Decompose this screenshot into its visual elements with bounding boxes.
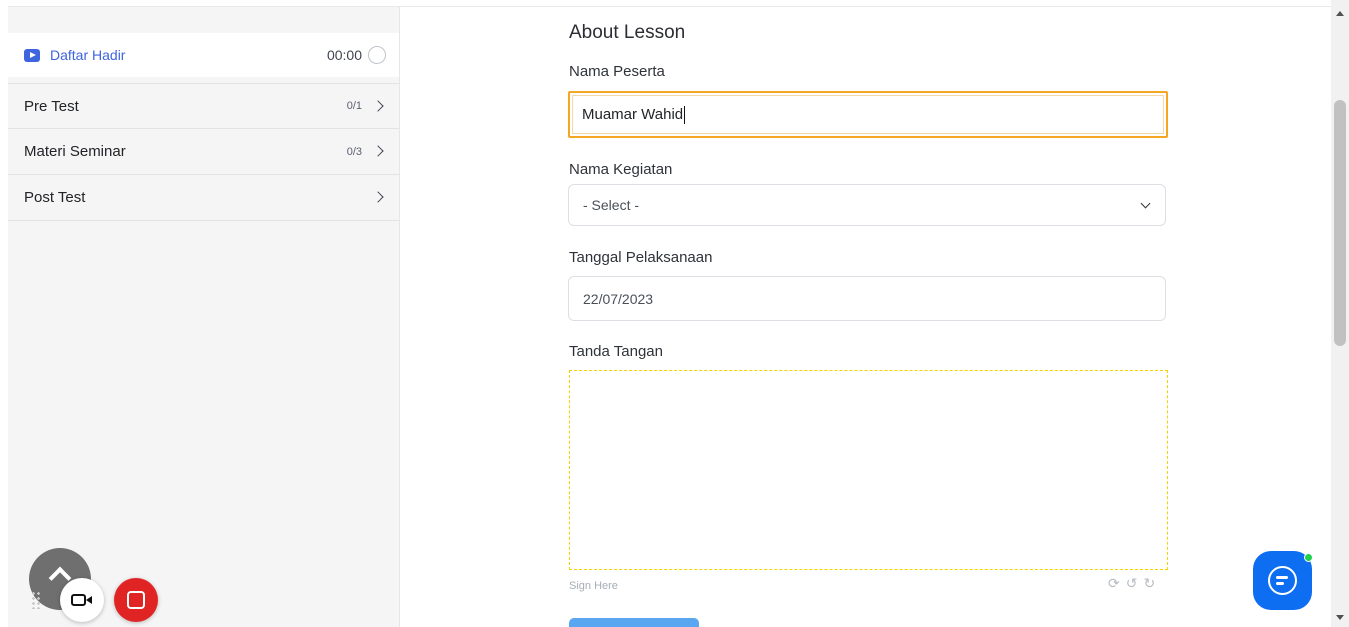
submit-button[interactable]: [569, 618, 699, 627]
topic-post-test[interactable]: Post Test: [8, 175, 399, 221]
page-scrollbar[interactable]: [1331, 0, 1349, 627]
topic-label: Materi Seminar: [24, 143, 126, 160]
tanggal-field[interactable]: 22/07/2023: [568, 276, 1166, 321]
online-indicator: [1304, 553, 1313, 562]
completion-circle-icon[interactable]: [368, 46, 386, 64]
chat-button[interactable]: [1253, 551, 1313, 610]
signature-caption: Sign Here: [569, 580, 618, 592]
sidebar-item-daftar-hadir[interactable]: Daftar Hadir 00:00: [8, 33, 399, 77]
camera-icon: [71, 594, 86, 606]
item-duration: 00:00: [326, 47, 362, 63]
scroll-up-arrow-icon[interactable]: [1336, 11, 1344, 16]
tanggal-value: 22/07/2023: [583, 290, 654, 307]
nama-peserta-value: Muamar Wahid: [582, 106, 684, 123]
topic-label: Post Test: [24, 189, 86, 206]
camera-button[interactable]: [60, 578, 104, 622]
camera-lens-icon: [86, 596, 92, 604]
nama-peserta-label: Nama Peserta: [569, 63, 665, 80]
nama-kegiatan-select[interactable]: - Select -: [568, 184, 1166, 226]
chevron-right-icon: [372, 145, 384, 157]
chevron-right-icon: [372, 191, 384, 203]
refresh-icon[interactable]: ⟳: [1108, 576, 1120, 592]
scroll-down-arrow-icon[interactable]: [1336, 615, 1344, 620]
topic-label: Pre Test: [24, 97, 79, 115]
stop-icon: [127, 591, 145, 609]
topic-materi-seminar[interactable]: Materi Seminar 0/3: [8, 129, 399, 175]
undo-icon[interactable]: ↺: [1126, 576, 1138, 592]
select-value: - Select -: [583, 197, 640, 213]
stop-recording-button[interactable]: [114, 578, 158, 622]
tanggal-label: Tanggal Pelaksanaan: [569, 249, 713, 266]
sidebar-item-label: Daftar Hadir: [50, 47, 126, 63]
signature-tools: ⟳ ↺ ↻: [1108, 576, 1155, 592]
nama-kegiatan-label: Nama Kegiatan: [569, 161, 673, 178]
top-divider: [400, 6, 1331, 7]
chevron-down-icon: [1140, 198, 1151, 209]
topic-count: 0/3: [346, 145, 362, 158]
topic-count: 0/1: [346, 100, 362, 112]
drag-handle-icon[interactable]: [31, 591, 41, 609]
page-title: About Lesson: [569, 22, 686, 43]
play-icon: [24, 48, 40, 62]
scrollbar-thumb[interactable]: [1334, 100, 1346, 346]
text-caret: [684, 105, 686, 124]
redo-icon[interactable]: ↻: [1143, 576, 1155, 592]
chat-icon: [1268, 566, 1297, 595]
nama-peserta-input[interactable]: Muamar Wahid: [568, 91, 1168, 138]
tanda-tangan-label: Tanda Tangan: [569, 343, 663, 360]
course-sidebar: Daftar Hadir 00:00 Pre Test 0/1 Materi S…: [8, 6, 400, 627]
topic-pre-test[interactable]: Pre Test 0/1: [8, 83, 399, 129]
chevron-right-icon: [372, 100, 384, 112]
signature-pad[interactable]: [569, 370, 1168, 570]
